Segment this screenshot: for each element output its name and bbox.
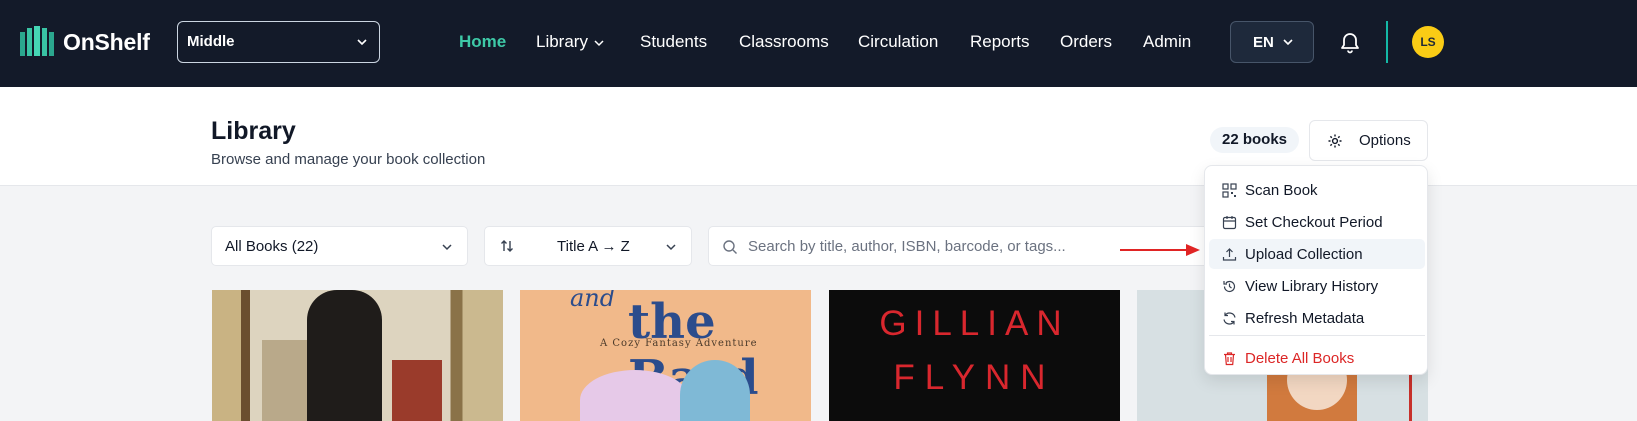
cover-author-line1: GILLIAN xyxy=(879,304,1070,343)
nav-orders[interactable]: Orders xyxy=(1060,32,1112,52)
chevron-down-icon xyxy=(666,244,676,251)
search-icon xyxy=(723,240,737,254)
book-cover[interactable] xyxy=(212,290,503,421)
chevron-down-icon xyxy=(594,39,604,46)
page-subtitle: Browse and manage your book collection xyxy=(211,151,486,168)
menu-divider xyxy=(1209,335,1425,336)
menu-item-refresh-metadata[interactable]: Refresh Metadata xyxy=(1209,303,1425,333)
menu-item-label: Upload Collection xyxy=(1245,246,1363,263)
nav-circulation[interactable]: Circulation xyxy=(858,32,938,52)
cover-author-line2: FLYNN xyxy=(893,358,1056,397)
cover-art-figure xyxy=(307,290,382,421)
collection-filter-select[interactable]: All Books (22) xyxy=(211,226,468,266)
options-menu: Scan Book Set Checkout Period Upload Col… xyxy=(1204,165,1428,375)
menu-item-label: Scan Book xyxy=(1245,182,1318,199)
collection-filter-value: All Books (22) xyxy=(225,238,319,255)
book-count-badge: 22 books xyxy=(1210,127,1300,153)
top-navbar: OnShelf Middle Home Library Students Cla… xyxy=(0,0,1637,87)
calendar-icon xyxy=(1222,216,1237,230)
menu-item-label: View Library History xyxy=(1245,278,1379,295)
cover-subtitle: A Cozy Fantasy Adventure xyxy=(600,338,758,349)
bell-icon[interactable] xyxy=(1339,30,1361,54)
history-icon xyxy=(1223,280,1236,293)
gear-icon xyxy=(1328,134,1342,148)
options-button[interactable]: Options xyxy=(1309,120,1428,161)
menu-item-view-library-history[interactable]: View Library History xyxy=(1209,271,1425,301)
menu-item-set-checkout-period[interactable]: Set Checkout Period xyxy=(1209,207,1425,237)
sort-arrows-icon xyxy=(501,240,513,252)
trash-icon xyxy=(1224,352,1235,366)
school-select[interactable]: Middle xyxy=(177,21,380,63)
nav-admin[interactable]: Admin xyxy=(1143,32,1191,52)
annotation-arrow-icon xyxy=(1120,244,1200,256)
sort-value: Title A → Z xyxy=(557,238,630,255)
app-name: OnShelf xyxy=(63,28,150,55)
cover-title-line1: and xyxy=(570,290,616,312)
book-cover[interactable]: and the Bard A Cozy Fantasy Adventure xyxy=(520,290,811,421)
menu-item-label: Delete All Books xyxy=(1245,350,1355,367)
nav-home[interactable]: Home xyxy=(459,32,506,52)
chevron-down-icon xyxy=(357,39,367,46)
nav-reports[interactable]: Reports xyxy=(970,32,1030,52)
chevron-down-icon xyxy=(442,244,452,251)
upload-icon xyxy=(1222,248,1237,261)
menu-item-upload-collection[interactable]: Upload Collection xyxy=(1209,239,1425,269)
menu-item-delete-all-books[interactable]: Delete All Books xyxy=(1209,343,1425,373)
cover-art-character xyxy=(680,360,750,421)
menu-item-label: Refresh Metadata xyxy=(1245,310,1365,327)
cover-art-building xyxy=(392,360,442,421)
chevron-down-icon xyxy=(1283,39,1293,46)
nav-students[interactable]: Students xyxy=(640,32,707,52)
nav-library[interactable]: Library xyxy=(536,32,606,52)
options-label: Options xyxy=(1359,132,1411,149)
menu-item-label: Set Checkout Period xyxy=(1245,214,1383,231)
refresh-icon xyxy=(1223,312,1236,325)
nav-library-label: Library xyxy=(536,32,588,51)
sort-select[interactable]: Title A → Z xyxy=(484,226,692,266)
language-value: EN xyxy=(1253,34,1274,51)
menu-item-scan-book[interactable]: Scan Book xyxy=(1209,175,1425,205)
nav-divider xyxy=(1386,21,1388,63)
language-select[interactable]: EN xyxy=(1230,21,1314,63)
app-logo[interactable]: OnShelf xyxy=(20,26,150,58)
book-cover[interactable]: GILLIAN FLYNN xyxy=(829,290,1120,421)
page-title: Library xyxy=(211,117,296,145)
school-select-value: Middle xyxy=(187,33,235,50)
books-logo-icon xyxy=(20,26,54,56)
qr-scan-icon xyxy=(1222,183,1237,198)
user-avatar[interactable]: LS xyxy=(1412,26,1444,58)
cover-art-character xyxy=(580,370,690,421)
nav-classrooms[interactable]: Classrooms xyxy=(739,32,829,52)
